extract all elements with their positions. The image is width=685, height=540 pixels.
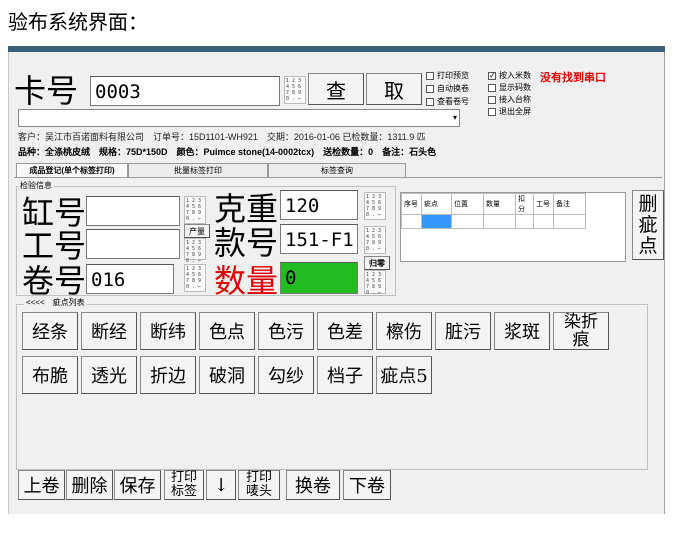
chevron-down-icon[interactable]: ▾ — [453, 113, 457, 122]
table-cell[interactable] — [483, 214, 516, 229]
col-header: 扣分 — [515, 193, 534, 215]
next-roll-button[interactable]: 下卷 — [343, 470, 391, 500]
defect-button[interactable]: 折边 — [140, 356, 196, 394]
change-roll-button[interactable]: 换卷 — [286, 470, 340, 500]
defect-button[interactable]: 色点 — [199, 312, 255, 350]
tab-batch-print[interactable]: 批量标签打印 — [128, 163, 268, 177]
defect-button[interactable]: 透光 — [81, 356, 137, 394]
defect-button[interactable]: 浆斑 — [494, 312, 550, 350]
product-info: 品种：全涤桃皮绒 规格：75D*150D 颜色：Puimce stone(14-… — [18, 147, 437, 157]
reset-button[interactable]: 归零 — [364, 256, 390, 270]
checkbox-box[interactable] — [488, 107, 496, 116]
card-label: 卡号 — [14, 72, 79, 110]
fetch-button[interactable]: 取 — [366, 73, 422, 105]
view-roll-checkbox[interactable]: 查看卷号 — [426, 96, 469, 107]
col-header: 序号 — [401, 193, 422, 215]
table-row[interactable] — [401, 214, 586, 229]
worker-label: 工号 — [22, 227, 87, 265]
roll-input[interactable]: 016 — [86, 264, 174, 294]
checkbox-box[interactable] — [426, 84, 434, 93]
table-cell[interactable] — [515, 214, 534, 229]
defect-button[interactable]: 断经 — [81, 312, 137, 350]
worker-keypad[interactable]: 1 2 3 4 5 6 7 8 9 0 . ← — [184, 238, 206, 264]
order-select[interactable]: ▾ — [18, 109, 460, 127]
serial-status: 没有找到串口 — [540, 72, 606, 84]
inspect-group-title: 检验信息 — [18, 180, 54, 191]
defect-button[interactable]: 破洞 — [199, 356, 255, 394]
style-input[interactable]: 151-F1 — [280, 224, 358, 254]
defect-table-area: 序号 疵点 位置 数量 扣分 工号 备注 — [400, 192, 626, 262]
delete-button[interactable]: 删除 — [66, 470, 113, 500]
show-yards-checkbox[interactable]: 显示码数 — [488, 82, 531, 93]
defect-button[interactable]: 染折痕 — [553, 312, 609, 350]
exit-fullscreen-checkbox[interactable]: 退出全屏 — [488, 106, 531, 117]
weight-label: 克重 — [214, 190, 279, 228]
delete-defect-button[interactable]: 删疵点 — [632, 190, 664, 260]
page-caption: 验布系统界面： — [8, 10, 148, 34]
auto-roll-checkbox[interactable]: 自动换卷 — [426, 83, 469, 94]
checkbox-box[interactable] — [488, 95, 496, 104]
col-header: 工号 — [533, 193, 554, 215]
checkbox-box[interactable] — [488, 83, 496, 92]
tab-single-label[interactable]: 成品登记(单个标签打印) — [16, 163, 128, 177]
defect-button[interactable]: 断纬 — [140, 312, 196, 350]
col-header: 数量 — [483, 193, 516, 215]
roll-label: 卷号 — [22, 262, 87, 300]
table-cell-selected[interactable] — [421, 214, 452, 229]
vat-keypad[interactable]: 1 2 3 4 5 6 7 8 9 0 . ← — [184, 196, 206, 224]
defect-list-title: <<<< 疵点列表 — [24, 297, 87, 308]
print-mark-button[interactable]: 打印唛头 — [238, 470, 280, 500]
defect-button[interactable]: 档子 — [317, 356, 373, 394]
prev-roll-button[interactable]: 上卷 — [18, 470, 65, 500]
card-keypad[interactable]: 1 2 3 4 5 6 7 8 9 0 . ← — [284, 76, 306, 104]
print-label-button[interactable]: 打印标签 — [164, 470, 204, 500]
down-arrow-button[interactable]: ↓ — [206, 470, 236, 500]
defect-table: 序号 疵点 位置 数量 扣分 工号 备注 — [401, 193, 586, 229]
checkbox-box[interactable]: ✓ — [488, 71, 496, 80]
vat-input[interactable] — [86, 196, 180, 226]
print-preview-checkbox[interactable]: 打印预览 — [426, 70, 469, 81]
card-input[interactable]: 0003 — [90, 76, 280, 106]
table-cell[interactable] — [533, 214, 554, 229]
weight-keypad[interactable]: 1 2 3 4 5 6 7 8 9 0 . ← — [364, 192, 386, 220]
query-button[interactable]: 查 — [308, 73, 364, 105]
order-info: 客户：吴江市百诺面料有限公司 订单号：15D1101-WH921 交期：2016… — [18, 132, 426, 142]
table-cell[interactable] — [553, 214, 586, 229]
defect-button[interactable]: 疵点5 — [376, 356, 432, 394]
style-label: 款号 — [214, 224, 279, 262]
defect-button[interactable]: 色差 — [317, 312, 373, 350]
defect-button[interactable]: 勾纱 — [258, 356, 314, 394]
vat-label: 缸号 — [22, 194, 87, 232]
col-header: 疵点 — [421, 193, 452, 215]
scale-input-checkbox[interactable]: 接入台称 — [488, 94, 531, 105]
tab-divider — [14, 177, 662, 178]
table-cell[interactable] — [451, 214, 484, 229]
output-button[interactable]: 产量 — [184, 224, 210, 238]
checkbox-box[interactable] — [426, 71, 434, 80]
style-keypad[interactable]: 1 2 3 4 5 6 7 8 9 0 . ← — [364, 226, 386, 254]
options-group-1: 打印预览 自动换卷 查看卷号 — [426, 70, 469, 107]
weight-input[interactable]: 120 — [280, 190, 358, 220]
meter-input-checkbox[interactable]: ✓ 按入米数 — [488, 70, 531, 81]
defect-button[interactable]: 布脆 — [22, 356, 78, 394]
worker-input[interactable] — [86, 229, 180, 259]
tab-label-query[interactable]: 标签查询 — [268, 163, 406, 177]
defect-button[interactable]: 色污 — [258, 312, 314, 350]
checkbox-box[interactable] — [426, 97, 434, 106]
col-header: 位置 — [451, 193, 484, 215]
roll-keypad[interactable]: 1 2 3 4 5 6 7 8 9 0 . ← — [184, 264, 206, 292]
qty-label: 数量 — [214, 262, 279, 300]
qty-input[interactable]: 0 — [280, 262, 358, 294]
defect-button[interactable]: 檫伤 — [376, 312, 432, 350]
defect-button[interactable]: 经条 — [22, 312, 78, 350]
save-button[interactable]: 保存 — [114, 470, 161, 500]
table-cell[interactable] — [401, 214, 422, 229]
options-group-2: ✓ 按入米数 显示码数 接入台称 退出全屏 — [488, 70, 531, 117]
col-header: 备注 — [553, 193, 586, 215]
qty-keypad[interactable]: 1 2 3 4 5 6 7 8 9 0 . ← — [364, 270, 386, 296]
defect-button[interactable]: 脏污 — [435, 312, 491, 350]
